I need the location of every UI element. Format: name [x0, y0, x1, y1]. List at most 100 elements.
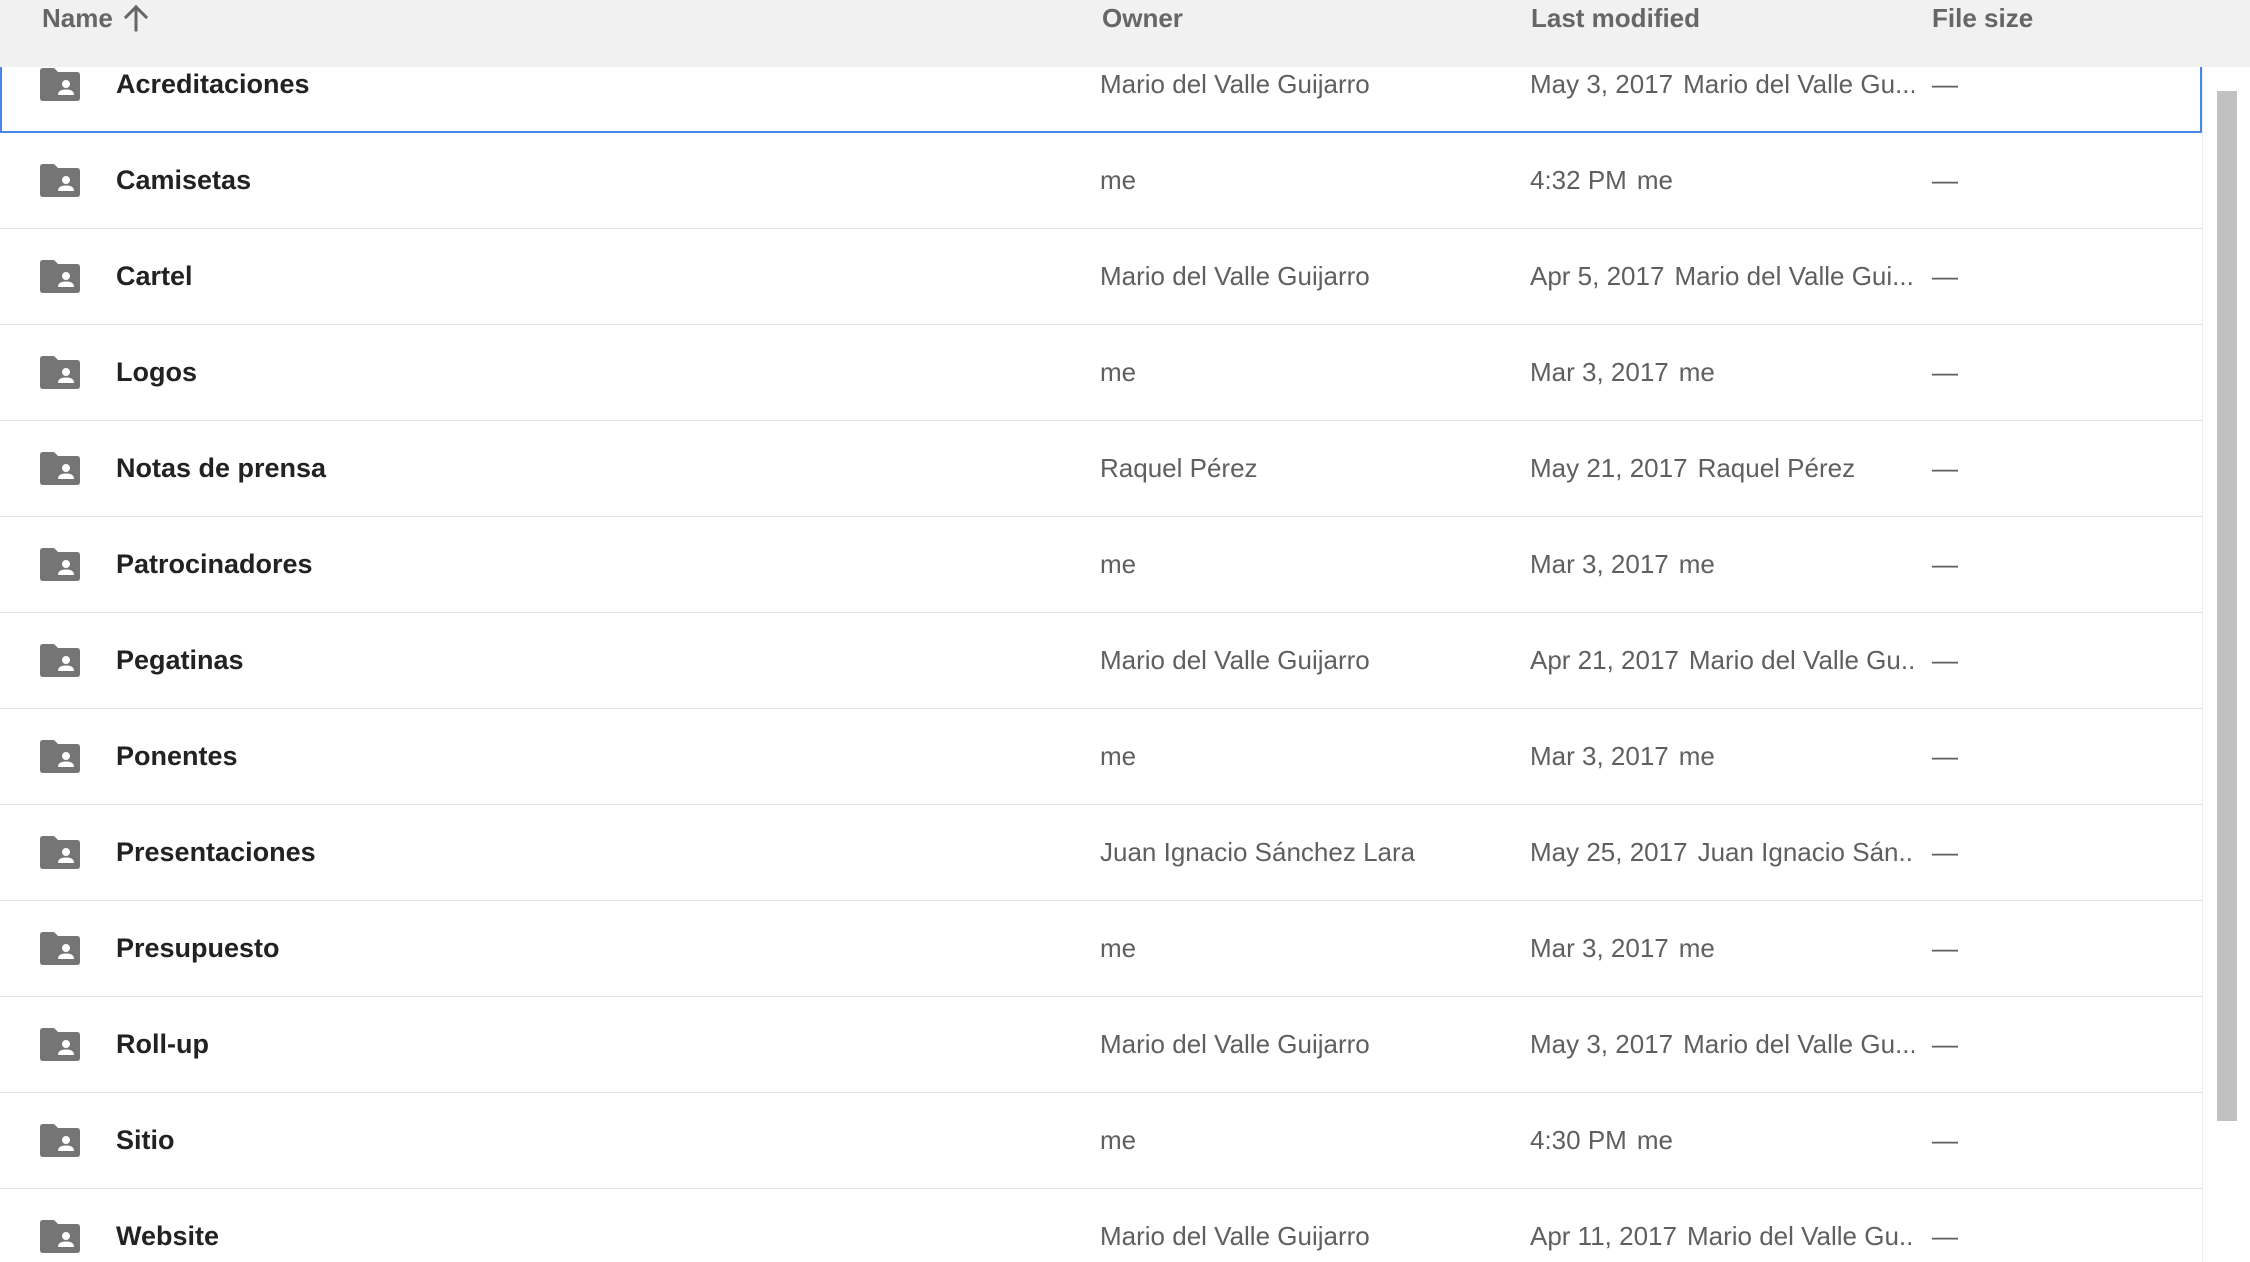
modified-by: me	[1636, 1125, 1673, 1155]
shared-folder-icon	[38, 930, 82, 966]
file-name: Acreditaciones	[116, 69, 310, 99]
file-row[interactable]: Logos me Mar 3, 2017 me —	[0, 325, 2202, 421]
file-name: Ponentes	[116, 741, 238, 771]
modified-by: Mario del Valle Gui...	[1674, 261, 1914, 291]
modified-date: Mar 3, 2017	[1530, 933, 1669, 963]
shared-folder-icon	[38, 1218, 82, 1254]
file-owner: me	[1100, 741, 1137, 771]
shared-folder-icon	[38, 258, 82, 294]
modified-date: May 3, 2017	[1530, 69, 1674, 99]
file-owner: Juan Ignacio Sánchez Lara	[1100, 837, 1416, 867]
file-name: Notas de prensa	[116, 453, 327, 483]
modified-date: Apr 11, 2017	[1530, 1221, 1677, 1251]
file-size: —	[1932, 261, 1958, 291]
file-size: —	[1932, 645, 1958, 675]
modified-date: Apr 5, 2017	[1530, 261, 1665, 291]
modified-by: Mario del Valle Gu...	[1688, 645, 1914, 675]
file-list-view: Name Owner Last modified File size Acred…	[0, 0, 2250, 1262]
modified-by: me	[1678, 357, 1715, 387]
arrow-up-icon[interactable]	[123, 4, 149, 41]
file-last-modified: Mar 3, 2017 me	[1530, 738, 1914, 774]
name-column-header[interactable]: Name	[42, 0, 149, 36]
modified-by: Mario del Valle Gu...	[1683, 1029, 1914, 1059]
shared-folder-icon	[38, 546, 82, 582]
shared-folder-icon	[38, 642, 82, 678]
file-row[interactable]: Ponentes me Mar 3, 2017 me —	[0, 709, 2202, 805]
scrollbar-thumb[interactable]	[2217, 91, 2237, 1121]
file-row[interactable]: Presupuesto me Mar 3, 2017 me —	[0, 901, 2202, 997]
file-owner: Mario del Valle Guijarro	[1100, 261, 1370, 291]
vertical-scrollbar[interactable]	[2202, 67, 2250, 1262]
file-name: Roll-up	[116, 1029, 209, 1059]
modified-date: Mar 3, 2017	[1530, 549, 1669, 579]
modified-date: May 3, 2017	[1530, 1029, 1674, 1059]
file-owner: Mario del Valle Guijarro	[1100, 645, 1370, 675]
file-name: Logos	[116, 357, 197, 387]
file-name: Patrocinadores	[116, 549, 313, 579]
modified-date: Apr 21, 2017	[1530, 645, 1679, 675]
file-last-modified: Mar 3, 2017 me	[1530, 546, 1914, 582]
file-last-modified: Mar 3, 2017 me	[1530, 354, 1914, 390]
shared-folder-icon	[38, 1026, 82, 1062]
file-row[interactable]: Acreditaciones Mario del Valle Guijarro …	[0, 67, 2202, 133]
modified-date: Mar 3, 2017	[1530, 741, 1669, 771]
file-owner: me	[1100, 1125, 1137, 1155]
file-size: —	[1932, 1029, 1958, 1059]
file-name: Presentaciones	[116, 837, 316, 867]
file-last-modified: Apr 11, 2017 Mario del Valle Gu...	[1530, 1218, 1914, 1254]
modified-date: May 25, 2017	[1530, 837, 1688, 867]
modified-by: Raquel Pérez	[1697, 453, 1856, 483]
modified-date: 4:30 PM	[1530, 1125, 1627, 1155]
name-column-label: Name	[42, 3, 113, 33]
file-name: Cartel	[116, 261, 193, 291]
file-size: —	[1932, 1125, 1958, 1155]
file-last-modified: May 3, 2017 Mario del Valle Gu...	[1530, 67, 1914, 102]
file-last-modified: Mar 3, 2017 me	[1530, 930, 1914, 966]
file-last-modified: Apr 5, 2017 Mario del Valle Gui...	[1530, 258, 1914, 294]
file-row[interactable]: Pegatinas Mario del Valle Guijarro Apr 2…	[0, 613, 2202, 709]
file-row[interactable]: Camisetas me 4:32 PM me —	[0, 133, 2202, 229]
file-name: Sitio	[116, 1125, 175, 1155]
file-size: —	[1932, 69, 1958, 99]
file-size-column-label: File size	[1932, 3, 2034, 33]
file-size: —	[1932, 933, 1958, 963]
file-row[interactable]: Cartel Mario del Valle Guijarro Apr 5, 2…	[0, 229, 2202, 325]
file-row[interactable]: Sitio me 4:30 PM me —	[0, 1093, 2202, 1189]
modified-by: me	[1678, 933, 1715, 963]
modified-by: Mario del Valle Gu...	[1683, 69, 1914, 99]
file-row[interactable]: Roll-up Mario del Valle Guijarro May 3, …	[0, 997, 2202, 1093]
file-size: —	[1932, 837, 1958, 867]
file-size: —	[1932, 357, 1958, 387]
file-last-modified: May 3, 2017 Mario del Valle Gu...	[1530, 1026, 1914, 1062]
shared-folder-icon	[38, 834, 82, 870]
owner-column-label: Owner	[1102, 3, 1183, 33]
modified-by: me	[1678, 741, 1715, 771]
file-row[interactable]: Website Mario del Valle Guijarro Apr 11,…	[0, 1189, 2202, 1262]
file-last-modified: 4:30 PM me	[1530, 1122, 1914, 1158]
file-size: —	[1932, 741, 1958, 771]
file-name: Presupuesto	[116, 933, 280, 963]
file-last-modified: 4:32 PM me	[1530, 162, 1914, 198]
file-last-modified: May 25, 2017 Juan Ignacio Sán...	[1530, 834, 1914, 870]
file-size-column-header[interactable]: File size	[1932, 0, 2033, 36]
file-size: —	[1932, 165, 1958, 195]
file-last-modified: Apr 21, 2017 Mario del Valle Gu...	[1530, 642, 1914, 678]
file-owner: me	[1100, 165, 1137, 195]
file-row[interactable]: Notas de prensa Raquel Pérez May 21, 201…	[0, 421, 2202, 517]
file-row[interactable]: Patrocinadores me Mar 3, 2017 me —	[0, 517, 2202, 613]
shared-folder-icon	[38, 162, 82, 198]
file-owner: me	[1100, 933, 1137, 963]
file-size: —	[1932, 1221, 1958, 1251]
shared-folder-icon	[38, 354, 82, 390]
file-owner: me	[1100, 357, 1137, 387]
shared-folder-icon	[38, 67, 82, 102]
file-name: Website	[116, 1221, 220, 1251]
shared-folder-icon	[38, 450, 82, 486]
modified-by: Mario del Valle Gu...	[1686, 1221, 1914, 1251]
last-modified-column-header[interactable]: Last modified	[1531, 0, 1700, 36]
file-size: —	[1932, 549, 1958, 579]
file-name: Pegatinas	[116, 645, 244, 675]
owner-column-header[interactable]: Owner	[1102, 0, 1183, 36]
file-last-modified: May 21, 2017 Raquel Pérez	[1530, 450, 1914, 486]
file-row[interactable]: Presentaciones Juan Ignacio Sánchez Lara…	[0, 805, 2202, 901]
